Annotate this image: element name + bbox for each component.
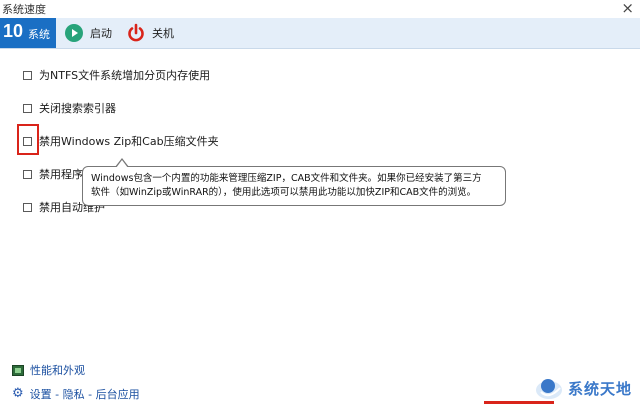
tab-start-label: 启动 (90, 27, 112, 40)
option-label: 为NTFS文件系统增加分页内存使用 (39, 69, 211, 82)
option-disable-program[interactable]: 禁用程序 (23, 166, 83, 182)
watermark-logo-icon (536, 379, 562, 399)
play-circle-icon (65, 24, 83, 42)
tooltip-line-2: 软件（如WinZip或WinRAR的），使用此选项可以禁用此功能以加快ZIP和C… (91, 187, 477, 198)
tab-start[interactable]: 启动 (64, 18, 112, 48)
tab-system-label: 系统 (28, 28, 50, 41)
tooltip-tail-inner (116, 160, 128, 168)
title-bar: 系统速度 × (0, 0, 640, 18)
option-ntfs-paging[interactable]: 为NTFS文件系统增加分页内存使用 (23, 67, 210, 83)
option-label: 禁用Windows Zip和Cab压缩文件夹 (39, 135, 219, 148)
performance-link-label: 性能和外观 (30, 364, 85, 377)
checkbox[interactable] (23, 202, 32, 212)
windows10-logo: 10 (3, 21, 24, 41)
option-label: 关闭搜索索引器 (39, 102, 116, 115)
checkbox[interactable] (23, 136, 32, 146)
gear-icon: ⚙ (12, 386, 24, 401)
checkbox[interactable] (23, 70, 32, 80)
option-disable-search-indexer[interactable]: 关闭搜索索引器 (23, 100, 116, 116)
monitor-icon (12, 364, 24, 376)
close-button[interactable]: × (621, 0, 634, 17)
performance-link[interactable]: 性能和外观 (12, 362, 85, 378)
checkbox[interactable] (23, 103, 32, 113)
tab-shutdown[interactable]: 关机 (126, 18, 174, 48)
toolbar: 10 系统 启动 关机 (0, 18, 640, 49)
settings-link[interactable]: ⚙ 设置 - 隐私 - 后台应用 (12, 386, 140, 402)
option-label: 禁用程序 (39, 168, 83, 181)
watermark-text: 系统天地 (568, 380, 633, 398)
tab-system[interactable]: 10 系统 (0, 18, 56, 48)
red-underline (484, 401, 554, 404)
tab-shutdown-label: 关机 (152, 27, 174, 40)
watermark: 系统天地 (530, 374, 640, 402)
power-icon (128, 23, 144, 42)
window-title: 系统速度 (2, 3, 46, 16)
settings-link-label: 设置 - 隐私 - 后台应用 (29, 388, 140, 401)
checkbox[interactable] (23, 169, 32, 179)
tooltip: Windows包含一个内置的功能来管理压缩ZIP，CAB文件和文件夹。如果你已经… (82, 158, 506, 206)
option-disable-zip-cab[interactable]: 禁用Windows Zip和Cab压缩文件夹 (23, 133, 219, 149)
tooltip-line-1: Windows包含一个内置的功能来管理压缩ZIP，CAB文件和文件夹。如果你已经… (91, 173, 482, 184)
